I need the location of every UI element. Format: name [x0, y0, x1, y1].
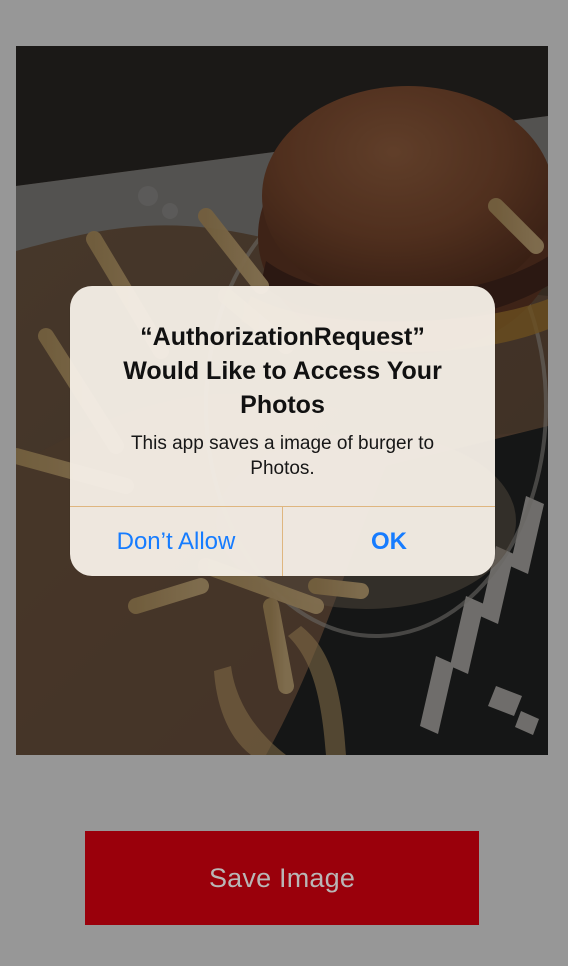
- alert-content: “AuthorizationRequest” Would Like to Acc…: [70, 286, 495, 507]
- ok-label: OK: [371, 528, 407, 555]
- ok-button[interactable]: OK: [282, 507, 495, 576]
- dont-allow-label: Don’t Allow: [116, 528, 236, 555]
- alert-title: “AuthorizationRequest” Would Like to Acc…: [123, 323, 442, 419]
- dont-allow-button[interactable]: Don’t Allow: [70, 507, 282, 576]
- alert-action-row: Don’t Allow OK: [70, 506, 495, 576]
- save-image-button[interactable]: Save Image: [85, 831, 479, 925]
- alert-message: This app saves a image of burger to Phot…: [130, 433, 435, 479]
- photos-permission-alert: “AuthorizationRequest” Would Like to Acc…: [70, 286, 495, 576]
- save-image-label: Save Image: [208, 862, 356, 893]
